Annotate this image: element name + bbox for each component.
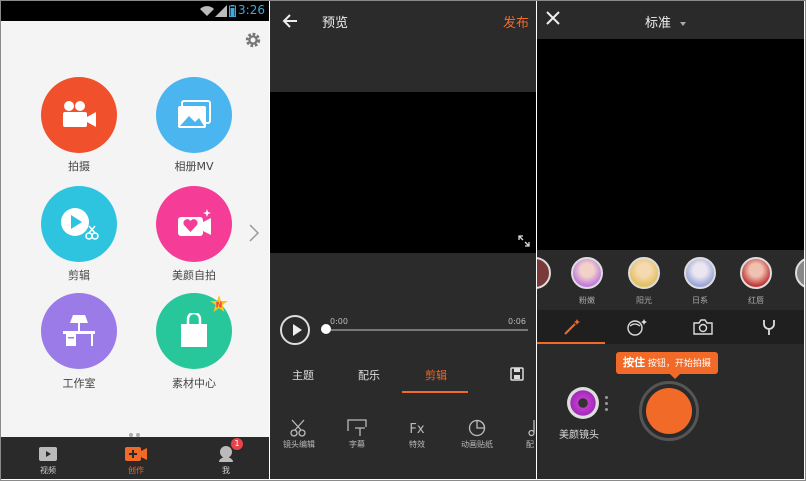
tool-dub[interactable]: 配 (506, 419, 536, 450)
video-icon (39, 447, 57, 461)
beauty-lens-button[interactable] (567, 387, 599, 419)
subtitle-icon (347, 419, 367, 436)
camera-viewfinder[interactable] (537, 39, 804, 250)
save-icon[interactable] (510, 367, 524, 381)
signal-icon (215, 5, 227, 17)
active-tab-indicator (402, 391, 468, 393)
nav-video-label: 视频 (40, 466, 56, 475)
nav-create[interactable]: 创作 (106, 437, 166, 479)
status-bar: 3:26 (1, 1, 269, 21)
bottom-nav: 视频 创作 我 (1, 437, 269, 479)
filter-label: 粉嫩 (579, 296, 595, 305)
edit-label: 剪辑 (68, 269, 90, 282)
tool-shot-edit-label: 镜头编辑 (283, 440, 315, 449)
filter-thumb[interactable] (740, 257, 772, 289)
flip-camera-icon[interactable] (692, 318, 714, 336)
sticker-icon (468, 419, 486, 437)
chevron-right-icon[interactable] (247, 223, 261, 243)
album-mv-button[interactable] (156, 77, 232, 153)
tool-effects[interactable]: Fx 特效 (390, 419, 444, 450)
notification-badge: 1 (231, 438, 243, 450)
tab-edit[interactable]: 剪辑 (425, 367, 447, 383)
filter-thumb[interactable] (571, 257, 603, 289)
tooltip-text: 按钮，开始拍摄 (645, 359, 711, 369)
beauty-lens-label: 美颜镜头 (559, 430, 599, 441)
tool-animated-sticker-label: 动画贴纸 (461, 440, 493, 449)
beauty-selfie-label: 美颜自拍 (172, 269, 216, 282)
tool-dub-label: 配 (526, 440, 534, 449)
filter-thumb[interactable] (684, 257, 716, 289)
camera-tools-bar (537, 310, 804, 344)
beauty-selfie-button[interactable] (156, 186, 232, 262)
filter-thumb[interactable] (628, 257, 660, 289)
shoot-label: 拍摄 (68, 160, 90, 173)
create-plus-icon (125, 447, 147, 461)
heart-camera-icon (178, 209, 211, 236)
edit-button[interactable] (41, 186, 117, 262)
nav-me[interactable]: 我 (196, 437, 256, 479)
camera-screen: 标准 粉嫩 阳光 日系 红唇 按住 按钮，开始拍摄 美颜镜头 (537, 1, 804, 479)
status-time: 3:26 (238, 3, 265, 17)
timeline-handle[interactable] (321, 324, 331, 334)
more-options-icon[interactable] (605, 396, 608, 414)
magic-wand-icon[interactable] (563, 318, 581, 336)
face-sparkle-icon[interactable] (626, 318, 648, 336)
time-start: 0:00 (330, 317, 348, 326)
album-mv-label: 相册MV (174, 160, 214, 173)
tool-subtitle[interactable]: 字幕 (330, 419, 384, 450)
tab-theme[interactable]: 主题 (292, 367, 314, 383)
play-button[interactable] (280, 315, 310, 345)
tool-animated-sticker[interactable]: 动画贴纸 (450, 419, 504, 450)
tool-shot-edit[interactable]: 镜头编辑 (272, 419, 326, 450)
timeline-track[interactable] (325, 329, 528, 331)
photo-album-icon (178, 100, 211, 128)
gear-icon[interactable] (244, 31, 262, 49)
nav-me-label: 我 (222, 466, 230, 475)
battery-icon (229, 5, 236, 17)
fx-icon: Fx (409, 422, 424, 437)
mode-label: 标准 (645, 16, 672, 31)
active-tool-indicator (537, 342, 605, 344)
wrench-icon[interactable] (761, 318, 777, 336)
shoot-button[interactable] (41, 77, 117, 153)
scissors-icon (290, 419, 306, 437)
publish-button[interactable]: 发布 (503, 12, 529, 31)
close-icon[interactable] (546, 11, 560, 25)
shopping-bag-icon (181, 313, 207, 347)
new-badge-icon: N (210, 295, 228, 312)
preview-header: 预览 发布 (270, 1, 536, 41)
page-title: 预览 (322, 16, 349, 31)
preview-screen: 预览 发布 0:00 0:06 主题 配乐 剪辑 镜头编辑 字幕 Fx 特效 动… (270, 1, 536, 479)
hold-to-record-tooltip: 按住 按钮，开始拍摄 (616, 352, 718, 379)
time-end: 0:06 (508, 317, 526, 326)
nav-create-label: 创作 (128, 466, 144, 475)
svg-text:Fx: Fx (409, 422, 424, 437)
filter-label: 日系 (692, 296, 708, 305)
tool-effects-label: 特效 (409, 440, 425, 449)
material-center-label: 素材中心 (172, 377, 216, 390)
mode-dropdown[interactable]: 标准 (645, 12, 687, 31)
play-scissors-icon (61, 208, 99, 240)
desk-lamp-icon (63, 315, 95, 346)
nav-video[interactable]: 视频 (18, 437, 78, 479)
movie-camera-icon (63, 101, 96, 127)
svg-text:N: N (216, 301, 223, 310)
fullscreen-icon[interactable] (518, 235, 530, 247)
video-preview[interactable] (270, 92, 536, 253)
filter-thumb[interactable] (795, 257, 804, 289)
studio-label: 工作室 (62, 377, 96, 390)
record-button[interactable] (639, 381, 699, 441)
caret-down-icon (680, 21, 687, 26)
studio-button[interactable] (41, 293, 117, 369)
back-arrow-icon[interactable] (282, 13, 298, 29)
wifi-icon (200, 6, 214, 16)
tool-subtitle-label: 字幕 (349, 440, 365, 449)
tooltip-bold: 按住 (623, 356, 645, 369)
tab-music[interactable]: 配乐 (358, 367, 380, 383)
filter-thumb[interactable] (537, 257, 551, 289)
filter-label: 阳光 (636, 296, 652, 305)
music-note-icon (528, 420, 535, 437)
home-screen: 3:26 拍摄 相册MV 剪辑 美颜自拍 工作室 N 素材中心 视频 创作 我 … (1, 1, 269, 479)
filter-label: 红唇 (748, 296, 764, 305)
